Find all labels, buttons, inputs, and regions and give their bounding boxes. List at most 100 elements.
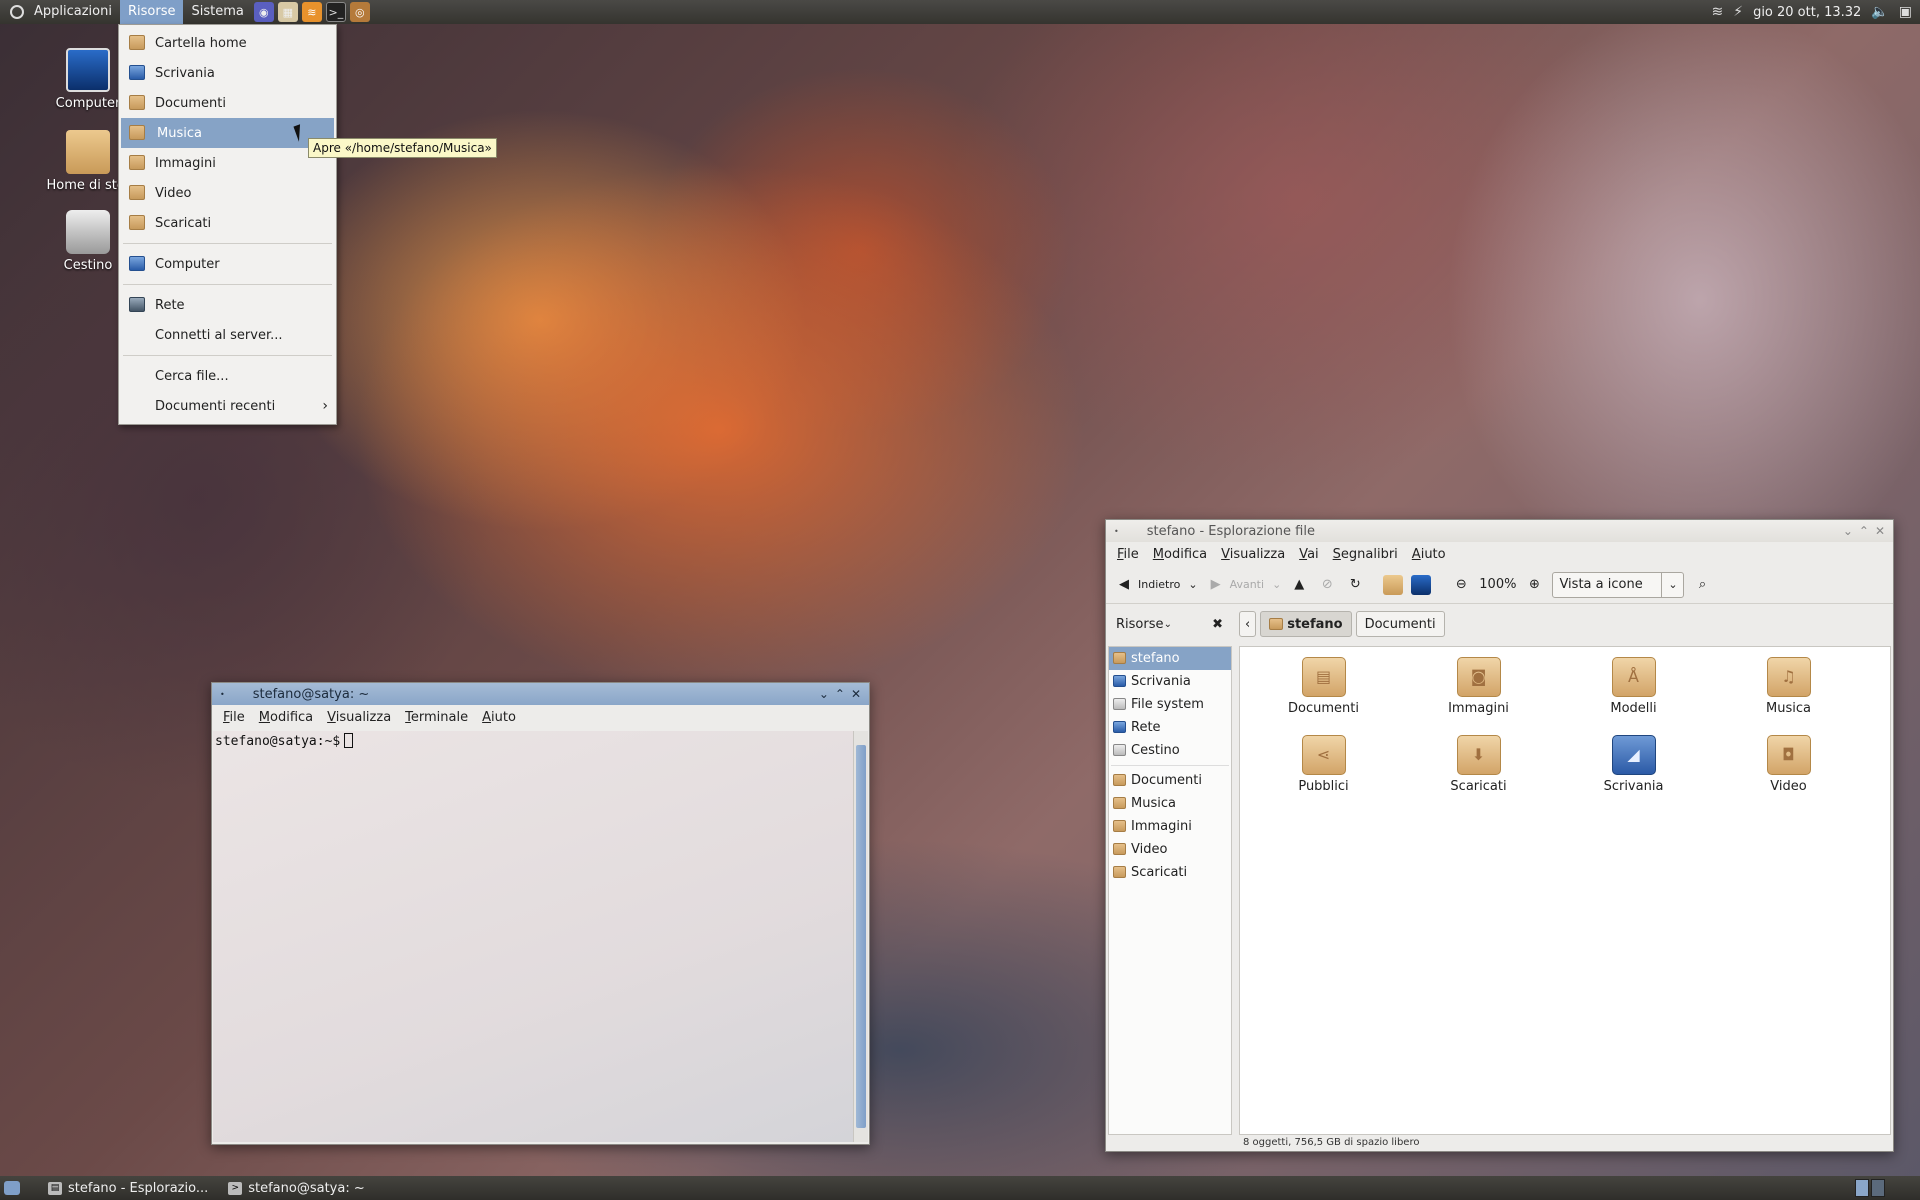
menu-item-immagini[interactable]: Immagini <box>119 148 336 178</box>
close-icon[interactable]: ✕ <box>851 687 861 701</box>
menu-applicazioni[interactable]: Applicazioni <box>26 0 120 24</box>
zoom-in-icon[interactable]: ⊕ <box>1524 575 1544 595</box>
sidebar-item-scaricati[interactable]: Scaricati <box>1109 861 1231 884</box>
sidebar-item-video[interactable]: Video <box>1109 838 1231 861</box>
menu-vai[interactable]: Vai <box>1292 547 1325 562</box>
menu-item-cartella-home[interactable]: Cartella home <box>119 28 336 58</box>
file-item-modelli[interactable]: Å Modelli <box>1556 655 1711 733</box>
task-terminal[interactable]: > stefano@satya: ~ <box>220 1177 373 1199</box>
calendar-launcher-icon[interactable]: ▦ <box>277 2 298 22</box>
menu-item-scaricati[interactable]: Scaricati <box>119 208 336 238</box>
pictures-folder-icon <box>129 155 145 170</box>
video-folder-icon <box>129 185 145 200</box>
breadcrumb-stefano[interactable]: stefano <box>1260 611 1352 637</box>
home-folder-icon <box>66 130 110 174</box>
menu-item-connetti-server[interactable]: Connetti al server... <box>119 320 336 350</box>
computer-icon[interactable] <box>1411 574 1432 595</box>
show-desktop-icon[interactable] <box>4 1181 20 1195</box>
view-mode-select[interactable]: Vista a icone ⌄ <box>1552 571 1685 598</box>
settings-launcher-icon[interactable]: ◎ <box>349 2 370 22</box>
terminal-titlebar[interactable]: • stefano@satya: ~ ⌄ ⌃ ✕ <box>212 683 869 705</box>
menu-modifica[interactable]: Modifica <box>252 710 320 725</box>
terminal-scrollbar[interactable] <box>853 731 868 1142</box>
volume-icon[interactable]: 🔈 <box>1871 4 1888 20</box>
rss-tray-icon[interactable]: ≋ <box>1711 4 1723 20</box>
maximize-icon[interactable]: ⌃ <box>1859 524 1869 538</box>
menu-aiuto[interactable]: Aiuto <box>475 710 523 725</box>
back-button[interactable]: ◀ Indietro <box>1114 575 1180 595</box>
up-arrow-icon[interactable]: ▲ <box>1289 575 1309 595</box>
menu-item-rete[interactable]: Rete <box>119 290 336 320</box>
scrollbar-thumb[interactable] <box>856 745 866 1128</box>
menu-file[interactable]: File <box>1110 547 1146 562</box>
menu-visualizza[interactable]: Visualizza <box>320 710 398 725</box>
terminal-output[interactable]: stefano@satya:~$ <box>213 731 853 1142</box>
minimize-icon[interactable]: ⌄ <box>819 687 829 701</box>
file-item-scaricati[interactable]: ⬇ Scaricati <box>1401 733 1556 811</box>
home-icon[interactable] <box>1383 574 1404 595</box>
menu-visualizza[interactable]: Visualizza <box>1214 547 1292 562</box>
sidebar-item-immagini[interactable]: Immagini <box>1109 815 1231 838</box>
menu-item-documenti[interactable]: Documenti <box>119 88 336 118</box>
breadcrumb-left-arrow[interactable]: ‹ <box>1239 611 1257 637</box>
menu-item-video[interactable]: Video <box>119 178 336 208</box>
workspace-switcher <box>1855 1179 1885 1197</box>
terminal-tray-icon[interactable]: ▣ <box>1899 4 1912 20</box>
fm-titlebar[interactable]: • stefano - Esplorazione file ⌄ ⌃ ✕ <box>1106 520 1893 542</box>
menu-item-cerca-file[interactable]: Cerca file... <box>119 361 336 391</box>
file-item-video[interactable]: ◘ Video <box>1711 733 1866 811</box>
file-icon-view[interactable]: ▤ Documenti ◙ Immagini Å Modelli ♫ Musica ⋖ P… <box>1239 646 1891 1135</box>
task-file-manager[interactable]: ▤ stefano - Esplorazio... <box>40 1177 216 1199</box>
rss-launcher-icon[interactable]: ≋ <box>301 2 322 22</box>
menu-file[interactable]: File <box>216 710 252 725</box>
forward-button[interactable]: ▶ Avanti <box>1206 575 1264 595</box>
file-item-documenti[interactable]: ▤ Documenti <box>1246 655 1401 733</box>
reload-icon[interactable]: ↻ <box>1345 575 1365 595</box>
sidebar-item-file-system[interactable]: File system <box>1109 693 1231 716</box>
trash-icon <box>66 210 110 254</box>
file-item-pubblici[interactable]: ⋖ Pubblici <box>1246 733 1401 811</box>
sidebar-item-stefano[interactable]: stefano <box>1109 647 1231 670</box>
workspace-2[interactable] <box>1871 1179 1885 1197</box>
menu-item-computer[interactable]: Computer <box>119 249 336 279</box>
distro-logo-icon[interactable] <box>10 5 24 19</box>
menu-segnalibri[interactable]: Segnalibri <box>1326 547 1405 562</box>
menu-aiuto[interactable]: Aiuto <box>1405 547 1453 562</box>
computer-icon <box>66 48 110 92</box>
search-icon[interactable]: ⌕ <box>1692 575 1712 595</box>
close-sidebar-icon[interactable]: ✖ <box>1212 617 1223 632</box>
location-bar: Risorse ⌄ ✖ ‹ stefano Documenti <box>1106 606 1893 642</box>
forward-history-dropdown[interactable]: ⌄ <box>1272 578 1281 591</box>
breadcrumb-documenti[interactable]: Documenti <box>1355 611 1445 637</box>
minimize-icon[interactable]: ⌄ <box>1843 524 1853 538</box>
menu-sistema[interactable]: Sistema <box>183 0 251 24</box>
network-tray-icon[interactable]: ⚡ <box>1733 4 1743 20</box>
file-manager-icon: ▤ <box>48 1181 62 1195</box>
back-history-dropdown[interactable]: ⌄ <box>1188 578 1197 591</box>
maximize-icon[interactable]: ⌃ <box>835 687 845 701</box>
menu-item-scrivania[interactable]: Scrivania <box>119 58 336 88</box>
zoom-out-icon[interactable]: ⊖ <box>1451 575 1471 595</box>
close-icon[interactable]: ✕ <box>1875 524 1885 538</box>
tooltip: Apre «/home/stefano/Musica» <box>308 138 497 158</box>
menu-item-documenti-recenti[interactable]: Documenti recenti › <box>119 391 336 421</box>
sidebar-item-musica[interactable]: Musica <box>1109 792 1231 815</box>
sidebar-item-scrivania[interactable]: Scrivania <box>1109 670 1231 693</box>
browser-launcher-icon[interactable]: ◉ <box>253 2 274 22</box>
stop-icon[interactable]: ⊘ <box>1317 575 1337 595</box>
menu-terminale[interactable]: Terminale <box>398 710 475 725</box>
file-item-immagini[interactable]: ◙ Immagini <box>1401 655 1556 733</box>
terminal-icon: > <box>228 1181 243 1195</box>
fm-menubar: File Modifica Visualizza Vai Segnalibri … <box>1106 542 1893 566</box>
file-item-scrivania[interactable]: ◢ Scrivania <box>1556 733 1711 811</box>
workspace-1[interactable] <box>1855 1179 1869 1197</box>
file-item-musica[interactable]: ♫ Musica <box>1711 655 1866 733</box>
menu-modifica[interactable]: Modifica <box>1146 547 1214 562</box>
clock[interactable]: gio 20 ott, 13.32 <box>1753 5 1861 20</box>
sidebar-item-rete[interactable]: Rete <box>1109 716 1231 739</box>
terminal-launcher-icon[interactable]: >_ <box>325 2 346 22</box>
sidebar-item-documenti[interactable]: Documenti <box>1109 769 1231 792</box>
sidebar-item-cestino[interactable]: Cestino <box>1109 739 1231 762</box>
menu-risorse[interactable]: Risorse <box>119 0 184 24</box>
sidebar-type-select[interactable]: Risorse ⌄ ✖ <box>1106 617 1231 632</box>
